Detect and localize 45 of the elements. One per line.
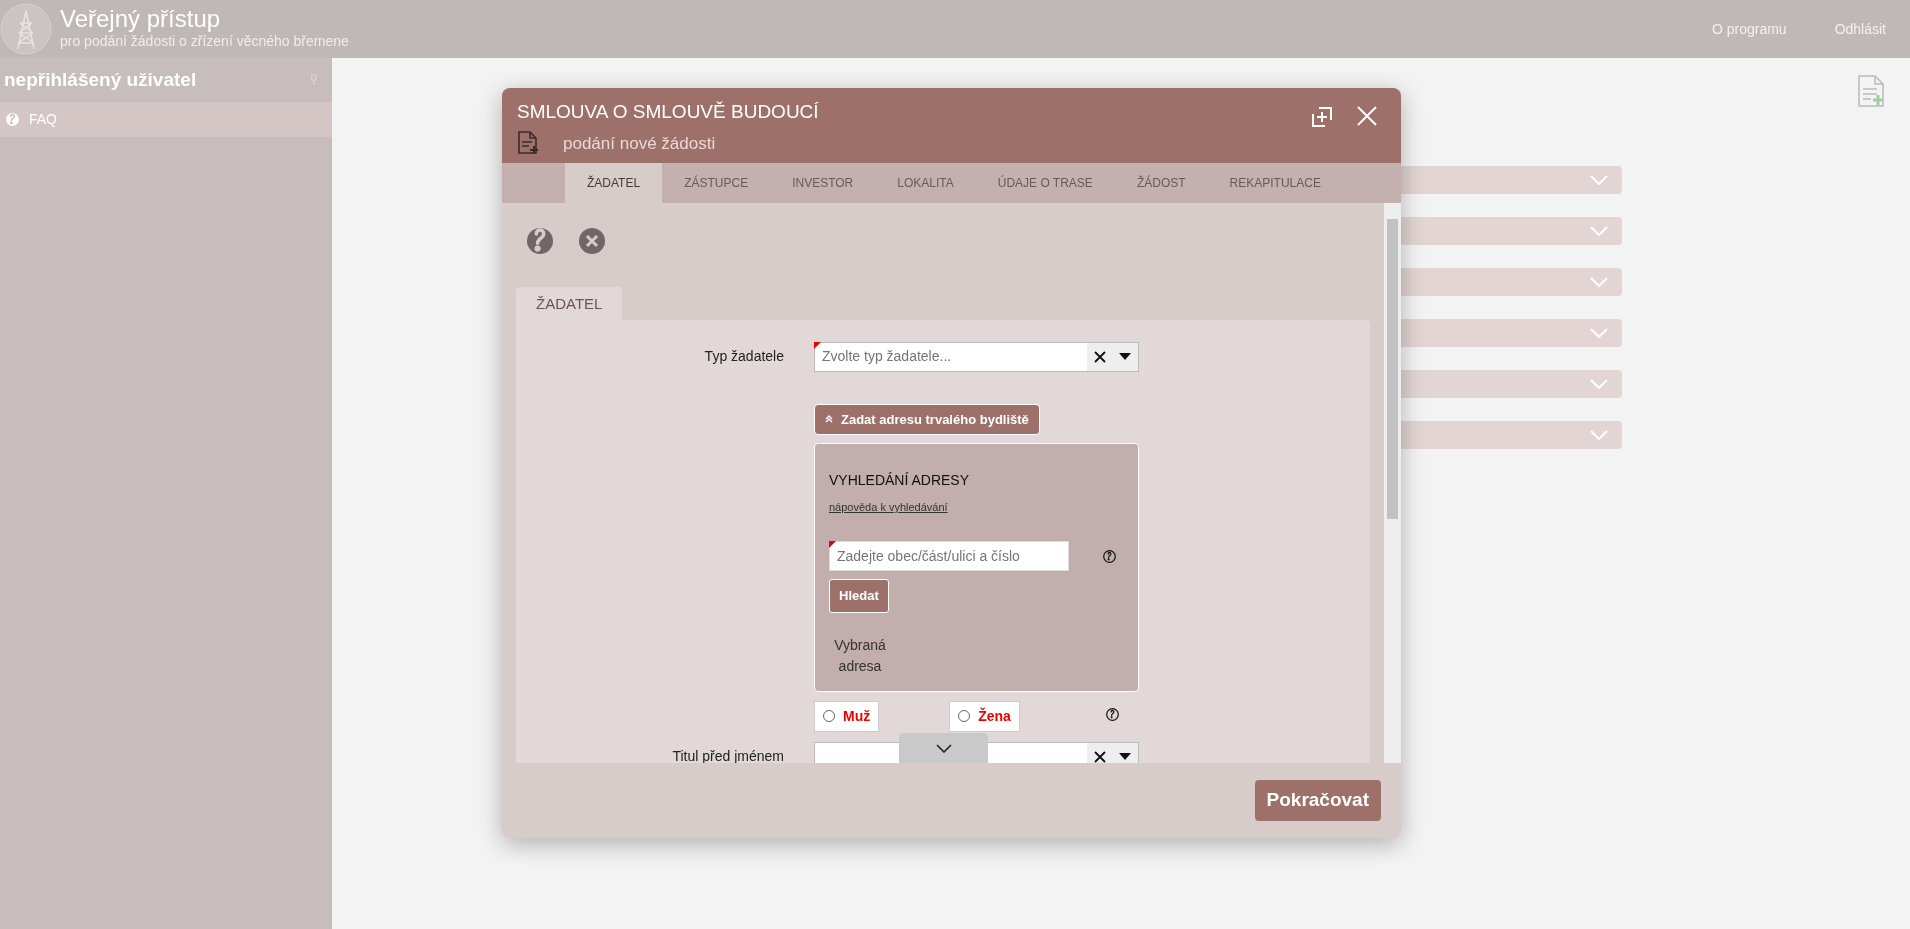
tab[interactable]: LOKALITA — [875, 163, 976, 203]
close-icon[interactable] — [1357, 106, 1377, 126]
selected-address-label: Vybraná adresa — [833, 635, 887, 676]
chevron-down-icon — [935, 743, 952, 753]
clear-icon[interactable] — [1093, 750, 1106, 763]
document-add-icon — [517, 131, 539, 156]
chevron-down-icon — [1590, 379, 1608, 389]
help-icon[interactable] — [1103, 549, 1116, 563]
scrollbar[interactable] — [1384, 203, 1401, 763]
section-tab[interactable]: ŽADATEL — [516, 287, 623, 320]
chevron-down-icon — [1590, 277, 1608, 287]
field-label: Titul před jménem — [671, 747, 784, 763]
radio-option[interactable]: Muž — [814, 700, 880, 732]
chevron-down-icon — [1590, 226, 1608, 236]
chevron-down-icon — [1590, 430, 1608, 440]
header-link[interactable]: O programu — [1711, 18, 1787, 40]
sidebar-item[interactable]: FAQ — [0, 102, 332, 137]
address-toggle-button[interactable]: Zadat adresu trvalého bydliště — [814, 403, 1040, 435]
header-link[interactable]: Odhlásit — [1834, 18, 1886, 40]
tab[interactable]: ÚDAJE O TRASE — [975, 163, 1115, 203]
address-input[interactable]: Zadejte obec/část/ulici a číslo — [829, 541, 1069, 571]
tab[interactable]: ŽADATEL — [565, 163, 663, 203]
tab[interactable]: ŽÁDOST — [1114, 163, 1208, 203]
radio-option[interactable]: Žena — [949, 700, 1020, 732]
maximize-icon[interactable] — [1311, 106, 1333, 128]
app-title: Veřejný přístup — [60, 6, 222, 31]
double-chevron-up-icon — [825, 415, 833, 424]
dialog-subtitle: podání nové žádosti — [563, 132, 716, 155]
tab[interactable]: REKAPITULACE — [1207, 163, 1343, 203]
tab[interactable]: INVESTOR — [770, 163, 876, 203]
help-icon — [6, 113, 19, 126]
new-document-icon — [1857, 75, 1885, 107]
user-status: nepřihlášený uživatel — [4, 67, 197, 92]
field-label: Typ žadatele — [703, 347, 784, 366]
chevron-down-icon — [1590, 328, 1608, 338]
cancel-icon[interactable] — [578, 227, 606, 255]
help-icon[interactable] — [1106, 707, 1119, 721]
chevron-down-icon — [1590, 175, 1608, 185]
continue-button[interactable]: Pokračovat — [1254, 780, 1381, 821]
dialog-title: SMLOUVA O SMLOUVĚ BUDOUCÍ — [517, 100, 819, 124]
tab[interactable]: ZÁSTUPCE — [662, 163, 771, 203]
search-button[interactable]: Hledat — [829, 579, 889, 613]
search-heading: VYHLEDÁNÍ ADRESY — [829, 471, 971, 490]
dropdown-caret-icon[interactable] — [1119, 753, 1132, 760]
help-link[interactable]: nápověda k vyhledávání — [829, 499, 948, 516]
